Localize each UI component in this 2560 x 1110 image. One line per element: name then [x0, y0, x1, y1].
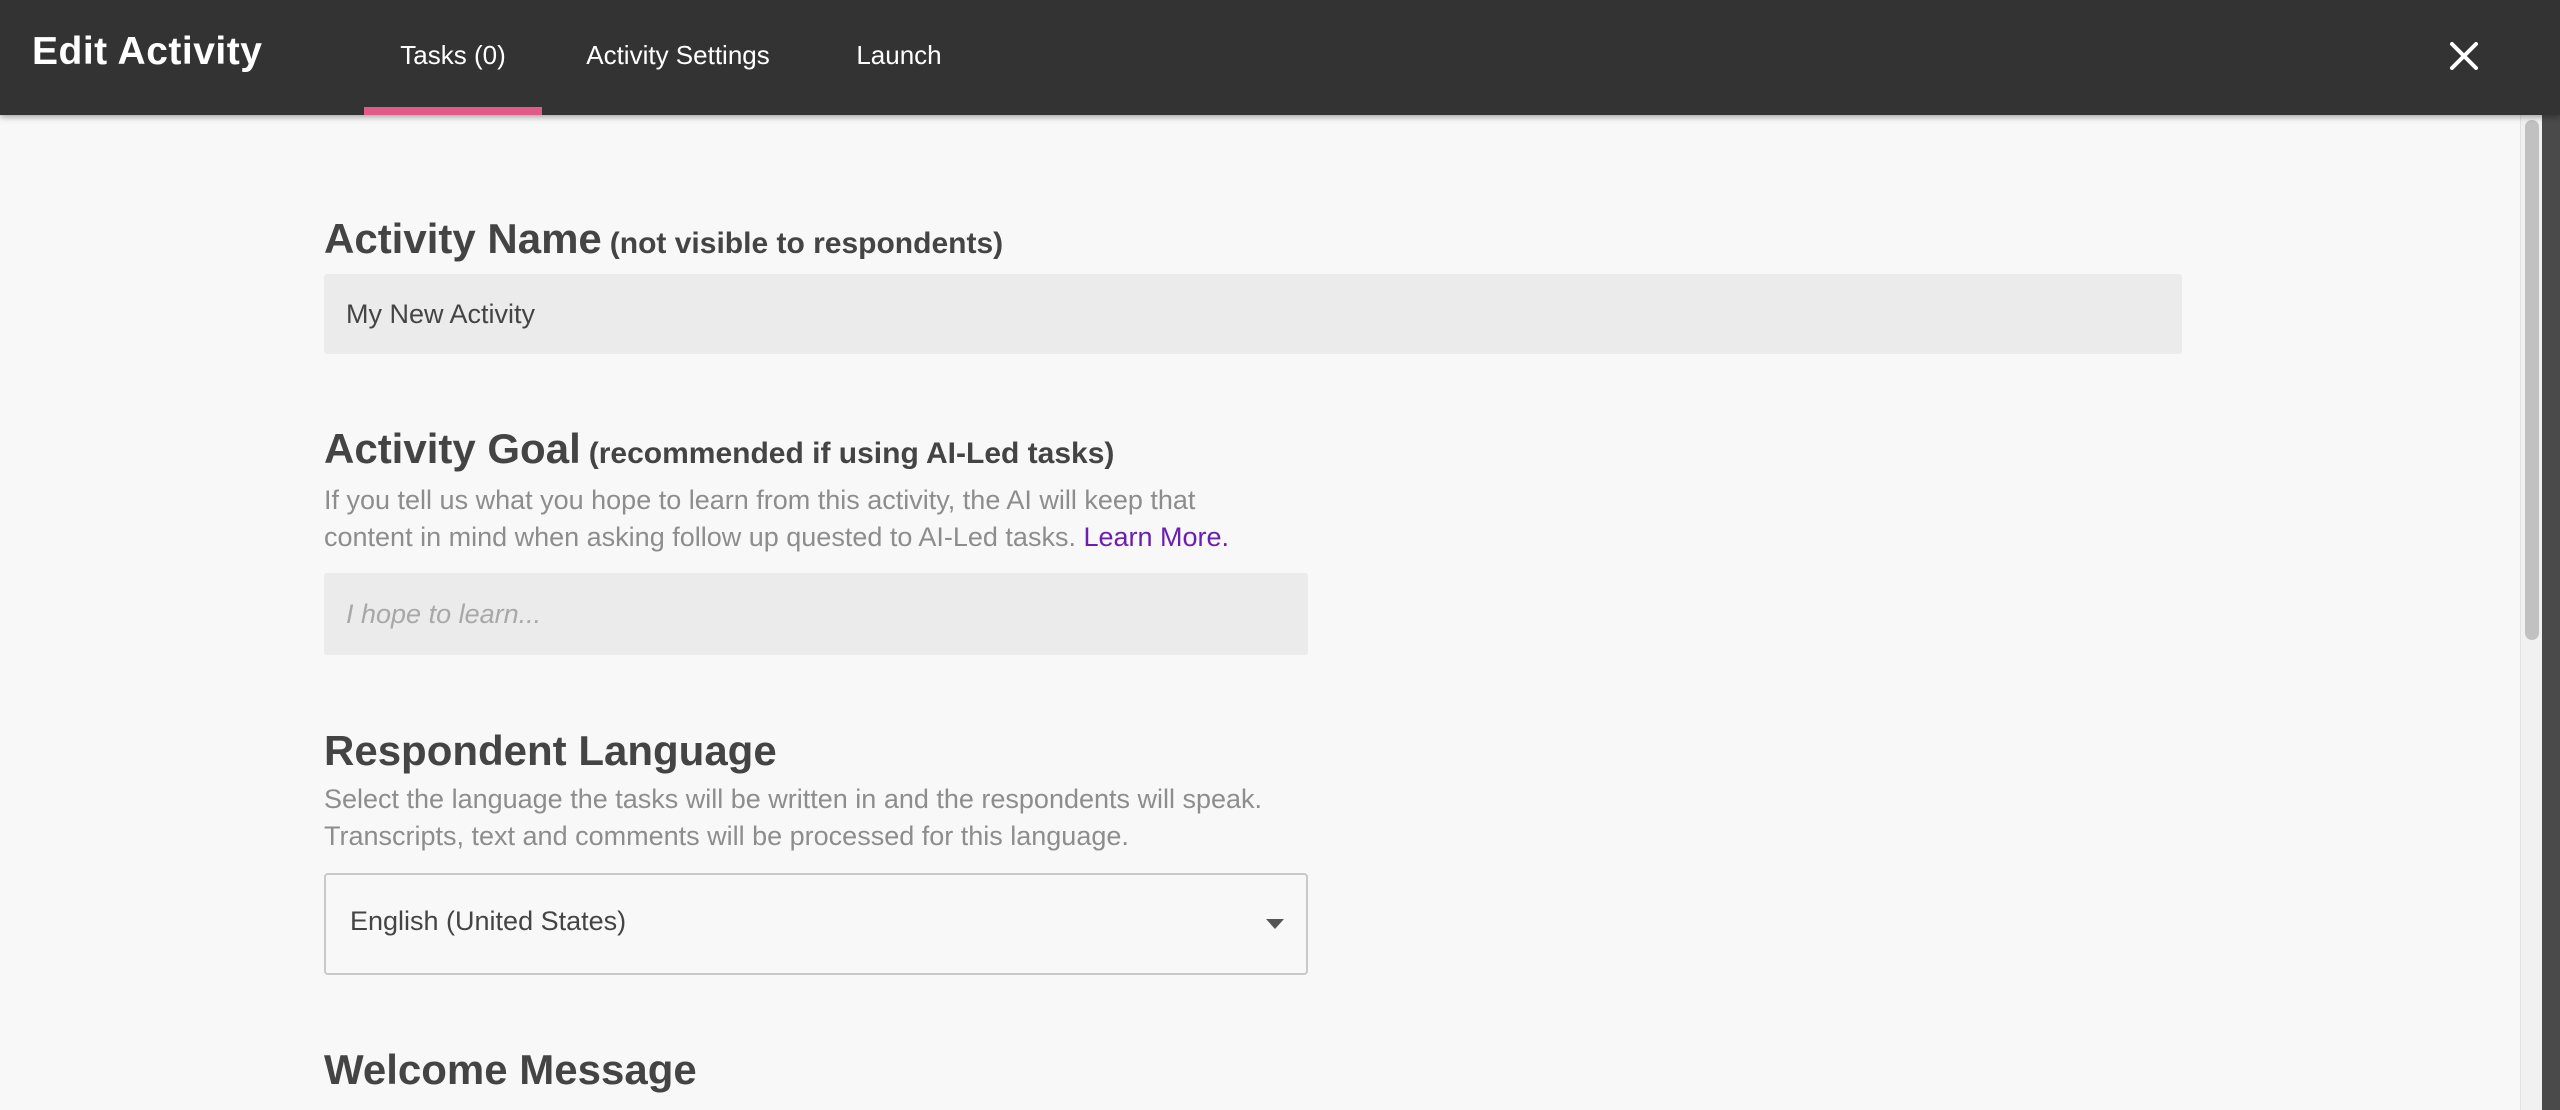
activity-goal-help-line2-wrap: content in mind when asking follow up qu…	[324, 519, 1229, 556]
respondent-language-help-line2: Transcripts, text and comments will be p…	[324, 821, 1129, 851]
activity-goal-note: (recommended if using AI-Led tasks)	[588, 437, 1115, 470]
respondent-language-help: Select the language the tasks will be wr…	[324, 781, 1262, 855]
welcome-message-heading: Welcome Message	[324, 1046, 697, 1094]
chevron-down-icon	[1266, 919, 1284, 929]
tab-activity-settings[interactable]: Activity Settings	[553, 0, 803, 115]
activity-name-note: (not visible to respondents)	[609, 227, 1004, 260]
activity-goal-help-line1: If you tell us what you hope to learn fr…	[324, 485, 1196, 515]
activity-name-heading: Activity Name (not visible to respondents…	[324, 215, 1003, 263]
welcome-message-title: Welcome Message	[324, 1046, 697, 1093]
learn-more-link[interactable]: Learn More.	[1083, 522, 1229, 552]
active-tab-indicator	[364, 107, 542, 115]
tab-activity-settings-label: Activity Settings	[586, 40, 770, 70]
tab-tasks-label: Tasks (0)	[400, 40, 506, 70]
top-bar: Edit Activity Tasks (0) Activity Setting…	[0, 0, 2560, 115]
scrollbar-thumb[interactable]	[2525, 120, 2539, 640]
page-title: Edit Activity	[32, 30, 263, 73]
tab-launch-label: Launch	[856, 40, 942, 70]
language-select[interactable]: English (United States)	[324, 873, 1308, 975]
activity-goal-help-line2: content in mind when asking follow up qu…	[324, 522, 1076, 552]
activity-goal-help: If you tell us what you hope to learn fr…	[324, 482, 1229, 556]
window-edge	[2542, 0, 2560, 1110]
tab-launch[interactable]: Launch	[830, 0, 968, 115]
close-icon	[2450, 42, 2478, 70]
activity-name-input[interactable]	[324, 274, 2182, 354]
activity-goal-input[interactable]	[324, 573, 1308, 655]
activity-goal-heading: Activity Goal (recommended if using AI-Le…	[324, 425, 1114, 473]
respondent-language-heading: Respondent Language	[324, 727, 777, 775]
tab-tasks[interactable]: Tasks (0)	[364, 0, 542, 115]
close-button[interactable]	[2438, 30, 2490, 82]
respondent-language-help-line1: Select the language the tasks will be wr…	[324, 784, 1263, 814]
activity-name-title: Activity Name	[324, 215, 602, 262]
activity-goal-title: Activity Goal	[324, 425, 581, 472]
respondent-language-title: Respondent Language	[324, 727, 777, 774]
language-select-value: English (United States)	[350, 906, 627, 936]
